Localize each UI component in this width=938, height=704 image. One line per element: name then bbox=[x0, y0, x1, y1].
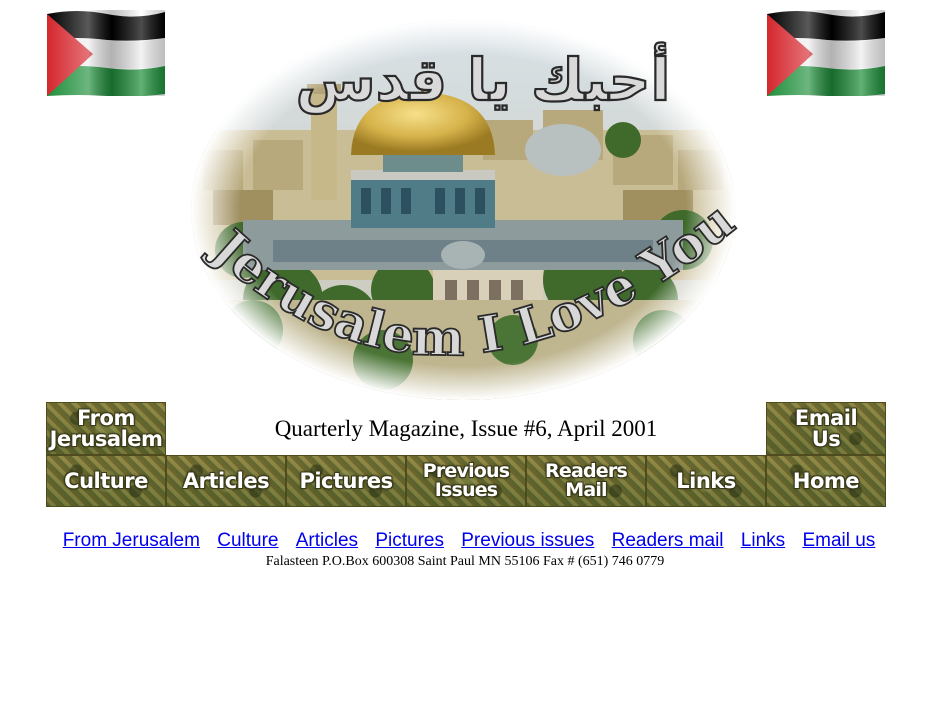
link-culture[interactable]: Culture bbox=[217, 530, 278, 551]
articles-label: Articles bbox=[182, 468, 270, 493]
palestine-flag-right-icon bbox=[767, 10, 885, 97]
home-label: Home bbox=[792, 468, 860, 493]
home-button[interactable]: Home bbox=[766, 455, 886, 507]
link-articles[interactable]: Articles bbox=[296, 530, 358, 551]
link-email-us[interactable]: Email us bbox=[802, 530, 875, 551]
email-us-label-2: Us bbox=[811, 426, 841, 451]
from-jerusalem-label-1: From bbox=[77, 405, 135, 430]
text-navigation: From Jerusalem Culture Articles Pictures… bbox=[0, 530, 938, 552]
link-readers-mail[interactable]: Readers mail bbox=[612, 530, 724, 551]
links-label: Links bbox=[676, 468, 736, 493]
culture-label: Culture bbox=[64, 468, 148, 493]
pictures-label: Pictures bbox=[299, 468, 393, 493]
email-us-label-1: Email bbox=[794, 405, 858, 430]
arabic-title: أحبك يا قدس bbox=[296, 42, 671, 114]
postal-address: Falasteen P.O.Box 600308 Saint Paul MN 5… bbox=[265, 554, 665, 569]
link-from-jerusalem[interactable]: From Jerusalem bbox=[63, 530, 200, 551]
links-button[interactable]: Links bbox=[646, 455, 766, 507]
link-links[interactable]: Links bbox=[741, 530, 785, 551]
email-us-button[interactable]: Email Us bbox=[766, 402, 886, 455]
from-jerusalem-button[interactable]: From Jerusalem bbox=[46, 402, 166, 455]
previous-issues-label-2: Issues bbox=[434, 479, 498, 501]
jerusalem-banner: أحبك يا قدس Jerusalem I Love You bbox=[183, 0, 743, 402]
previous-issues-button[interactable]: Previous Issues bbox=[406, 455, 526, 507]
readers-mail-button[interactable]: Readers Mail bbox=[526, 455, 646, 507]
issue-line: Quarterly Magazine, Issue #6, April 2001 bbox=[274, 415, 658, 441]
readers-mail-label-2: Mail bbox=[565, 479, 607, 501]
articles-button[interactable]: Articles bbox=[166, 455, 286, 507]
from-jerusalem-label-2: Jerusalem bbox=[49, 426, 163, 451]
link-pictures[interactable]: Pictures bbox=[375, 530, 444, 551]
link-previous-issues[interactable]: Previous issues bbox=[461, 530, 594, 551]
pictures-button[interactable]: Pictures bbox=[286, 455, 406, 507]
palestine-flag-left-icon bbox=[47, 10, 165, 97]
culture-button[interactable]: Culture bbox=[46, 455, 166, 507]
